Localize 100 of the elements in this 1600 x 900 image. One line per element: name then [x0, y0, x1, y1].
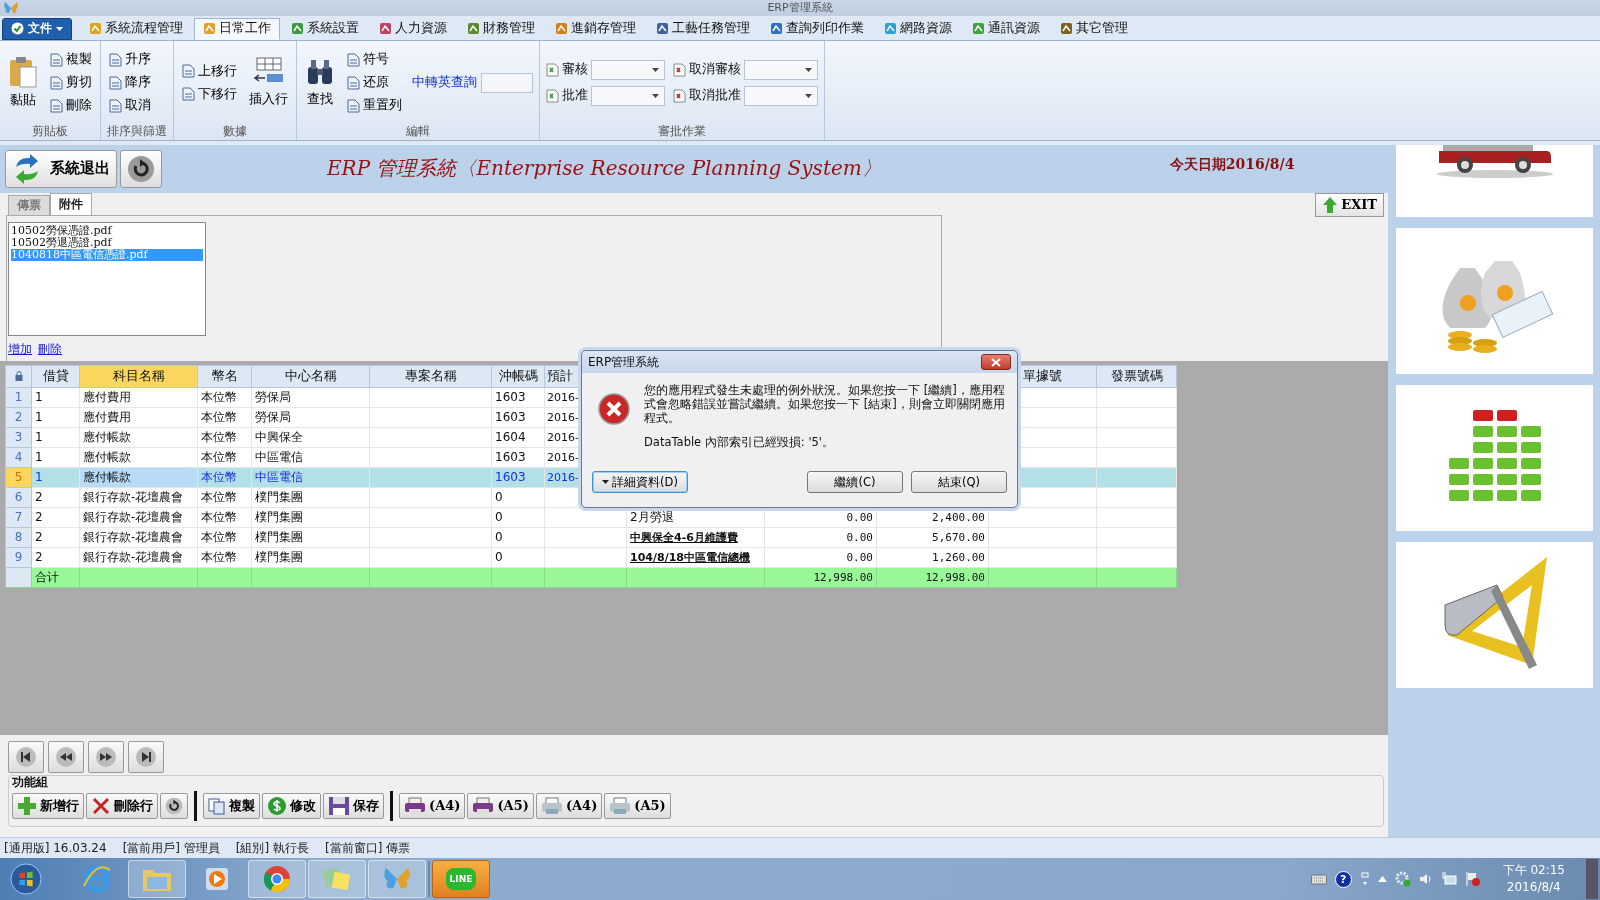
toolbar-button[interactable]: (A5): [467, 792, 534, 819]
document-icon: [673, 62, 686, 77]
copy-icon: [208, 796, 226, 815]
file-item[interactable]: 10502勞退憑證.pdf: [11, 236, 203, 249]
exit-button[interactable]: 系統退出: [5, 149, 117, 188]
menu-tab[interactable]: 其它管理: [1051, 17, 1137, 40]
date-label: 今天日期2016/8/4: [1169, 155, 1295, 174]
ribbon-button[interactable]: 插入行: [247, 55, 290, 111]
page-icon: [347, 75, 360, 90]
notes-taskbar-icon[interactable]: [308, 860, 366, 898]
ribbon-button[interactable]: 下移行: [180, 83, 239, 105]
ribbon-button[interactable]: 符号: [345, 49, 404, 71]
ribbon-button[interactable]: 降序: [107, 72, 153, 94]
table-cell: 樸門集團: [251, 527, 370, 548]
ribbon-button[interactable]: 还原: [345, 72, 404, 94]
refresh-button[interactable]: [120, 149, 162, 188]
menu-tab[interactable]: 網路資源: [875, 17, 961, 40]
menu-tab[interactable]: 財務管理: [458, 17, 544, 40]
group-label: 功能組: [12, 773, 49, 791]
ribbon-button[interactable]: 剪切: [48, 72, 94, 94]
ribbon-button[interactable]: 查找: [303, 55, 337, 111]
ribbon-button[interactable]: 上移行: [180, 60, 239, 82]
show-desktop-button[interactable]: [1585, 859, 1598, 899]
field-label: 批准: [562, 87, 588, 105]
app-taskbar-icon[interactable]: [368, 860, 426, 898]
refresh-button[interactable]: [160, 792, 188, 819]
page-icon: [50, 75, 63, 90]
notes-icon: [322, 865, 352, 893]
table-cell: 2: [31, 547, 80, 568]
play-icon: [203, 865, 231, 893]
last-record-button[interactable]: [128, 740, 164, 773]
menu-tab[interactable]: 進銷存管理: [546, 17, 645, 40]
toolbar-button[interactable]: 複製: [203, 792, 260, 819]
toolbar-button[interactable]: 修改: [262, 792, 321, 819]
toolbar-button[interactable]: (A4): [399, 792, 466, 819]
app-icon: [884, 22, 897, 36]
toolbar-button[interactable]: 刪除行: [86, 792, 158, 819]
window-title: ERP管理系統: [767, 0, 833, 16]
dropdown[interactable]: [744, 85, 818, 106]
column-header[interactable]: 沖帳碼: [491, 365, 545, 388]
toolbar-button[interactable]: (A5): [604, 792, 671, 819]
dropdown[interactable]: [591, 85, 665, 106]
caret-icon: [652, 93, 659, 98]
previous-record-button[interactable]: [48, 740, 84, 773]
menu-tab[interactable]: 系統設置: [282, 17, 368, 40]
dialog-button[interactable]: 詳細資料(D): [592, 471, 688, 493]
toolbar-button[interactable]: (A4): [535, 792, 603, 819]
table-cell: 銀行存款-花壇農會: [79, 507, 198, 528]
ribbon-button[interactable]: 重置列: [345, 95, 404, 117]
dropdown[interactable]: [591, 59, 665, 80]
toolbar-button[interactable]: 保存: [323, 792, 384, 819]
link[interactable]: 增加: [8, 340, 32, 358]
column-header[interactable]: 發票號碼: [1096, 365, 1177, 388]
column-header[interactable]: 幣名: [197, 365, 252, 388]
table-row[interactable]: 9 2 銀行存款-花壇農會 本位幣 樸門集團 0 104/8/18中區電信總機 0.00 1,260.00: [5, 547, 1177, 568]
toolbar-button[interactable]: 新增行: [12, 792, 84, 819]
column-header[interactable]: 專案名稱: [369, 365, 492, 388]
browser-taskbar-icon[interactable]: [248, 860, 306, 898]
menu-tab[interactable]: 工藝任務管理: [647, 17, 759, 40]
table-cell: 本位幣: [197, 487, 252, 508]
column-header[interactable]: 科目名稱: [79, 365, 198, 388]
file-menu-button[interactable]: 文件: [2, 17, 72, 40]
next-record-button[interactable]: [88, 740, 124, 773]
table-cell: 應付帳款: [79, 447, 198, 468]
close-button[interactable]: [981, 354, 1011, 370]
link[interactable]: 刪除: [38, 340, 62, 358]
file-list[interactable]: 10502勞保憑證.pdf 10502勞退憑證.pdf 1040818中區電信憑證.pdf: [8, 221, 206, 336]
keyboard-icon: [1310, 873, 1327, 885]
ribbon-button[interactable]: 升序: [107, 49, 153, 71]
first-record-button[interactable]: [8, 740, 44, 773]
lookup-link[interactable]: 中轉英查詢: [412, 74, 477, 92]
dialog-button[interactable]: 結束(Q): [911, 471, 1007, 493]
menu-tab[interactable]: 人力資源: [370, 17, 456, 40]
ribbon-button[interactable]: 複製: [48, 49, 94, 71]
printer-icon: [609, 796, 632, 815]
menu-tab[interactable]: 日常工作: [194, 17, 280, 40]
field-label: 審核: [562, 61, 588, 79]
ribbon-button[interactable]: 黏貼: [6, 54, 40, 112]
dialog-button[interactable]: 繼續(C): [807, 471, 903, 493]
menu-tab[interactable]: 系統流程管理: [80, 17, 192, 40]
help-icon[interactable]: ?: [1334, 870, 1352, 888]
table-row[interactable]: 8 2 銀行存款-花壇農會 本位幣 樸門集團 0 中興保全4-6月維護費 0.00 5,670.00: [5, 527, 1177, 548]
exit-close-button[interactable]: EXIT: [1315, 192, 1384, 217]
column-header[interactable]: 借貸: [31, 365, 80, 388]
table-cell: 0.00: [764, 527, 877, 548]
dropdown[interactable]: [744, 59, 818, 80]
table-cell: 2: [31, 527, 80, 548]
menu-tab[interactable]: 通訊資源: [963, 17, 1049, 40]
form-tab[interactable]: 附件: [50, 192, 92, 215]
lookup-field[interactable]: [481, 72, 533, 93]
ribbon-button[interactable]: 取消: [107, 95, 153, 117]
table-cell: 1603: [491, 387, 545, 408]
file-item[interactable]: 10502勞保憑證.pdf: [11, 224, 203, 237]
page-icon: [182, 87, 195, 102]
up-arrow-icon: [1377, 876, 1387, 882]
ribbon-button[interactable]: 刪除: [48, 95, 94, 117]
column-header[interactable]: 中心名稱: [251, 365, 370, 388]
folder-taskbar-icon[interactable]: [128, 860, 186, 898]
windows-logo-icon: [10, 862, 42, 896]
menu-tab[interactable]: 查詢列印作業: [761, 17, 873, 40]
